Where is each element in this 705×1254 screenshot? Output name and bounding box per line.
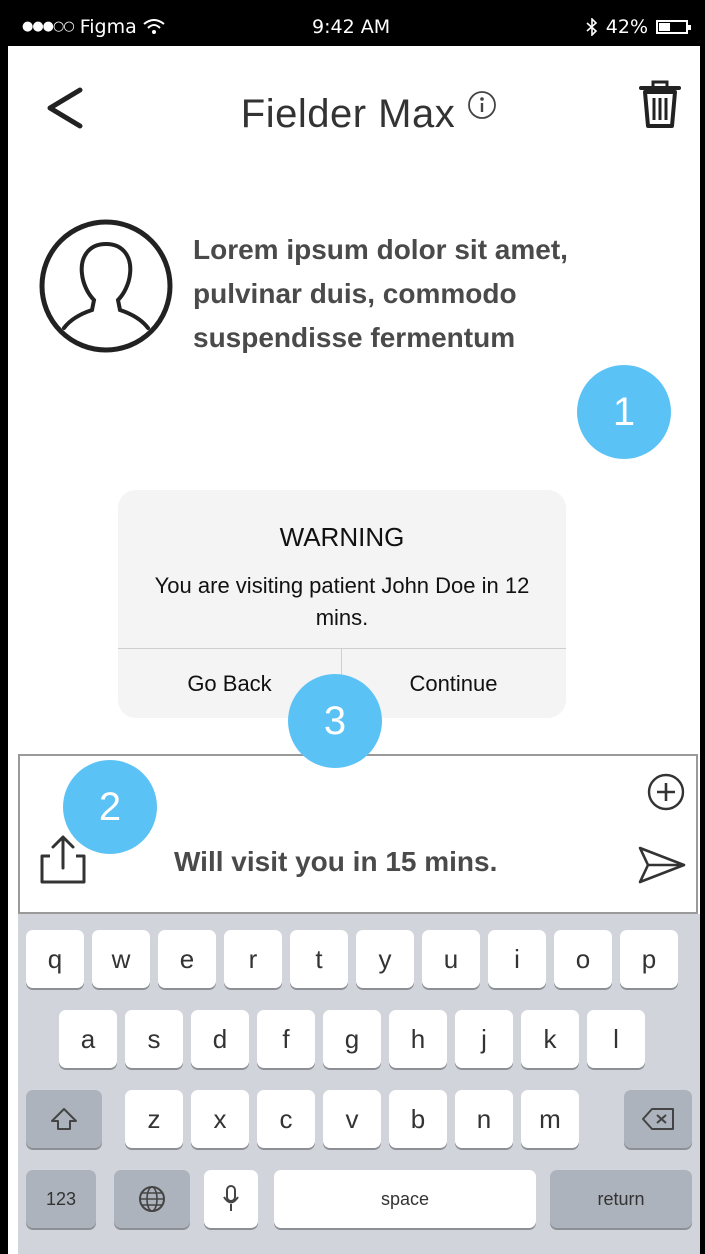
microphone-key[interactable] (204, 1170, 258, 1228)
key-o[interactable]: o (554, 930, 612, 988)
key-u[interactable]: u (422, 930, 480, 988)
carrier-label: Figma (79, 16, 137, 38)
shift-key[interactable] (26, 1090, 102, 1148)
page-title-bar: Fielder Max (8, 90, 700, 137)
backspace-icon (642, 1108, 674, 1130)
battery-icon (656, 20, 691, 34)
battery-fill (659, 23, 670, 31)
key-p[interactable]: p (620, 930, 678, 988)
backspace-key[interactable] (624, 1090, 692, 1148)
send-icon[interactable] (636, 844, 688, 886)
key-j[interactable]: j (455, 1010, 513, 1068)
key-m[interactable]: m (521, 1090, 579, 1148)
annotation-badge-3: 3 (288, 674, 382, 768)
annotation-badge-1: 1 (577, 365, 671, 459)
key-y[interactable]: y (356, 930, 414, 988)
space-key[interactable]: space (274, 1170, 536, 1228)
status-right-group: 42% (586, 16, 691, 38)
key-q[interactable]: q (26, 930, 84, 988)
key-d[interactable]: d (191, 1010, 249, 1068)
keyboard: q w e r t y u i o p a s d f g h j k l z … (18, 914, 700, 1254)
globe-icon (139, 1186, 165, 1212)
key-n[interactable]: n (455, 1090, 513, 1148)
key-g[interactable]: g (323, 1010, 381, 1068)
trash-icon[interactable] (638, 78, 682, 130)
key-b[interactable]: b (389, 1090, 447, 1148)
key-i[interactable]: i (488, 930, 546, 988)
battery-percent: 42% (605, 16, 648, 38)
carrier-group: ●●●○○ Figma (22, 16, 165, 38)
plus-circle-icon[interactable] (646, 772, 686, 812)
shift-icon (51, 1108, 77, 1130)
info-icon[interactable] (467, 90, 497, 120)
bluetooth-icon (586, 18, 597, 36)
alert-message: You are visiting patient John Doe in 12 … (154, 573, 530, 630)
clock: 9:42 AM (312, 16, 391, 38)
key-l[interactable]: l (587, 1010, 645, 1068)
globe-key[interactable] (114, 1170, 190, 1228)
alert-title: WARNING (279, 522, 405, 552)
status-bar: ●●●○○ Figma 9:42 AM 42% (8, 8, 700, 46)
microphone-icon (223, 1185, 239, 1211)
person-outline-icon (39, 219, 173, 353)
key-w[interactable]: w (92, 930, 150, 988)
wifi-icon (143, 19, 165, 34)
annotation-badge-2: 2 (63, 760, 157, 854)
page-title: Fielder Max (240, 92, 456, 136)
contact-description: Lorem ipsum dolor sit amet, pulvinar dui… (193, 234, 568, 353)
key-f[interactable]: f (257, 1010, 315, 1068)
key-h[interactable]: h (389, 1010, 447, 1068)
key-v[interactable]: v (323, 1090, 381, 1148)
key-c[interactable]: c (257, 1090, 315, 1148)
key-x[interactable]: x (191, 1090, 249, 1148)
key-r[interactable]: r (224, 930, 282, 988)
key-k[interactable]: k (521, 1010, 579, 1068)
title-group: Fielder Max (211, 90, 497, 137)
message-input[interactable]: Will visit you in 15 mins. (174, 846, 497, 878)
return-key[interactable]: return (550, 1170, 692, 1228)
key-s[interactable]: s (125, 1010, 183, 1068)
key-a[interactable]: a (59, 1010, 117, 1068)
key-e[interactable]: e (158, 930, 216, 988)
key-z[interactable]: z (125, 1090, 183, 1148)
key-t[interactable]: t (290, 930, 348, 988)
signal-dots: ●●●○○ (22, 19, 75, 34)
numbers-key[interactable]: 123 (26, 1170, 96, 1228)
phone-screen: ●●●○○ Figma 9:42 AM 42% Fielder Max Lore… (8, 8, 700, 1254)
